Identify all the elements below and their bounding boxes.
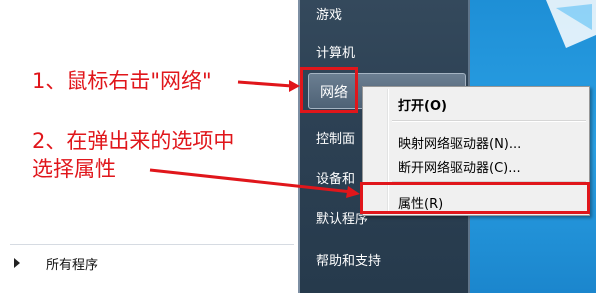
- arrow-to-properties: [149, 168, 353, 194]
- annotation-arrows: [149, 80, 360, 198]
- arrow-head-properties: [346, 186, 360, 198]
- arrow-to-network: [237, 80, 293, 88]
- arrow-head-network: [289, 80, 300, 92]
